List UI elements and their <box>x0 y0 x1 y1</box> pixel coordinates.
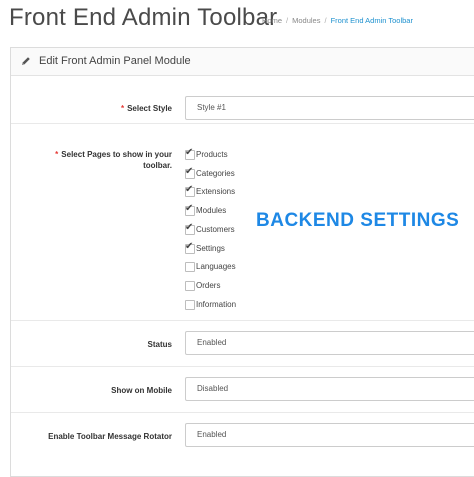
select-pages-label-line1: * Select Pages to show in your <box>55 149 172 160</box>
checkbox-label: Information <box>196 299 237 309</box>
row-status: Status Enabled <box>11 321 474 367</box>
breadcrumb-modules[interactable]: Modules <box>292 16 320 25</box>
checkbox[interactable] <box>185 262 195 273</box>
row-message-rotator: Enable Toolbar Message Rotator Enabled <box>11 413 474 473</box>
required-marker: * <box>55 150 59 159</box>
checkbox[interactable]: ✔ <box>185 240 195 254</box>
select-style-dropdown[interactable]: Style #1 <box>185 96 474 120</box>
checkbox-label: Languages <box>196 262 236 272</box>
required-marker: * <box>120 104 125 113</box>
checkbox[interactable]: ✔ <box>185 184 195 198</box>
row-select-style: * Select Style Style #1 <box>11 76 474 124</box>
module-panel: Edit Front Admin Panel Module * Select St… <box>10 47 474 477</box>
checkmark-icon: ✔ <box>185 240 194 252</box>
panel-heading-text: Edit Front Admin Panel Module <box>39 55 191 67</box>
checkmark-icon: ✔ <box>185 221 194 233</box>
checkbox-label: Categories <box>196 168 235 178</box>
select-style-label: * Select Style <box>121 103 172 114</box>
panel-heading: Edit Front Admin Panel Module <box>11 48 474 76</box>
checkmark-icon: ✔ <box>185 165 194 177</box>
checkbox[interactable]: ✔ <box>185 147 195 160</box>
checkmark-icon: ✔ <box>185 147 194 158</box>
page-title: Front End Admin Toolbar <box>9 4 278 31</box>
message-rotator-dropdown[interactable]: Enabled <box>185 423 474 447</box>
checkbox[interactable]: ✔ <box>185 165 195 179</box>
checkbox[interactable]: ✔ <box>185 203 195 217</box>
checkbox-label: Customers <box>196 224 235 234</box>
breadcrumb: Home / Modules / Front End Admin Toolbar <box>262 16 413 25</box>
show-on-mobile-dropdown[interactable]: Disabled <box>185 377 474 401</box>
breadcrumb-separator: / <box>324 16 327 25</box>
checkbox-label: Extensions <box>196 187 236 197</box>
status-label: Status <box>147 340 172 349</box>
status-dropdown[interactable]: Enabled <box>185 331 474 355</box>
select-pages-label-line2: toolbar. <box>143 161 172 170</box>
select-pages-label-text: Select Pages to show in your <box>61 150 172 159</box>
show-on-mobile-label: Show on Mobile <box>111 386 172 395</box>
checkbox[interactable]: ✔ <box>185 221 195 235</box>
row-show-on-mobile: Show on Mobile Disabled <box>11 367 474 413</box>
checkbox-label: Settings <box>196 243 225 253</box>
select-style-label-text: Select Style <box>127 104 172 113</box>
checkmark-icon: ✔ <box>185 184 194 196</box>
checkbox[interactable] <box>185 299 195 310</box>
checkbox-label: Products <box>196 150 228 159</box>
breadcrumb-current[interactable]: Front End Admin Toolbar <box>331 16 413 25</box>
checkbox[interactable] <box>185 280 195 291</box>
checkbox-label: Modules <box>196 206 227 216</box>
breadcrumb-separator: / <box>286 16 289 25</box>
checkbox-label: Orders <box>196 280 221 290</box>
breadcrumb-home[interactable]: Home <box>262 16 282 25</box>
select-pages-label: * Select Pages to show in your toolbar. <box>55 149 172 171</box>
checkmark-icon: ✔ <box>185 203 194 215</box>
promo-overlay-text: BACKEND SETTINGS <box>256 210 460 231</box>
message-rotator-label: Enable Toolbar Message Rotator <box>48 432 172 441</box>
pencil-icon <box>22 57 30 65</box>
